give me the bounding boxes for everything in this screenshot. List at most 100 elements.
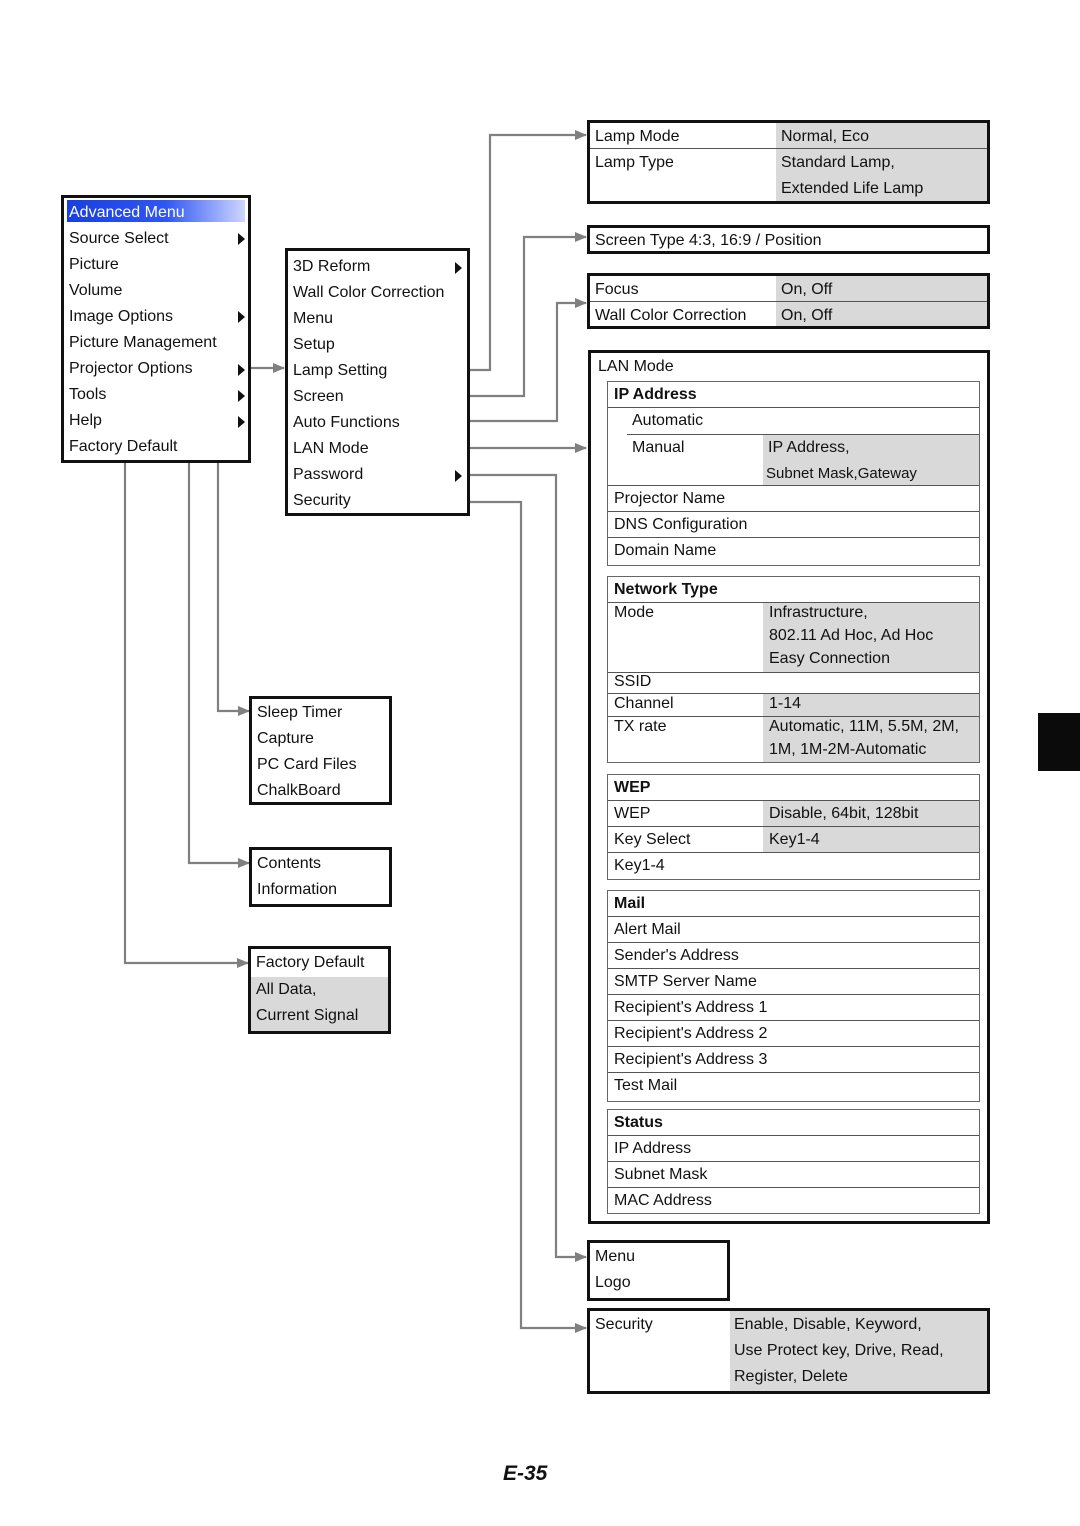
auto-functions-panel: Focus On, Off Wall Color Correction On, …: [587, 273, 990, 329]
mode-value-3: Easy Connection: [769, 650, 890, 667]
security-panel: Security Enable, Disable, Keyword, Use P…: [587, 1308, 990, 1394]
factory-default-value-2: Current Signal: [256, 1007, 359, 1024]
menu-item-projector-options[interactable]: Projector Options: [69, 359, 193, 379]
lan-mode-title: LAN Mode: [598, 358, 674, 375]
menu-item-auto-functions[interactable]: Auto Functions: [293, 413, 400, 433]
tools-pc-card-files: PC Card Files: [257, 756, 357, 773]
row-divider: [590, 148, 987, 149]
smtp-server-name: SMTP Server Name: [614, 973, 757, 990]
menu-item-lan-mode[interactable]: LAN Mode: [293, 439, 369, 459]
security-value-3: Register, Delete: [734, 1368, 848, 1385]
menu-item-tools[interactable]: Tools: [69, 385, 109, 405]
menu-item-picture-management[interactable]: Picture Management: [69, 333, 217, 353]
tools-panel: Sleep Timer Capture PC Card Files ChalkB…: [249, 696, 392, 805]
advanced-menu-title[interactable]: Advanced Menu: [69, 203, 185, 223]
status-ip-address: IP Address: [614, 1140, 692, 1157]
wall-color-label: Wall Color Correction: [595, 307, 747, 324]
row-divider: [590, 301, 987, 302]
row-divider: [608, 852, 979, 853]
focus-value: On, Off: [781, 281, 833, 298]
advanced-menu: Advanced Menu Source Select Picture Volu…: [61, 195, 251, 463]
menu-item-help[interactable]: Help: [69, 411, 104, 431]
menu-item-image-options[interactable]: Image Options: [69, 307, 173, 327]
row-divider: [608, 1072, 979, 1073]
menu-item-picture[interactable]: Picture: [69, 255, 119, 275]
security-value-2: Use Protect key, Drive, Read,: [734, 1342, 944, 1359]
dns-configuration: DNS Configuration: [614, 516, 748, 533]
menu-item-setup[interactable]: Setup: [293, 335, 335, 355]
password-panel: Menu Logo: [587, 1240, 730, 1301]
mail-group: Mail Alert Mail Sender's Address SMTP Se…: [607, 890, 980, 1102]
row-divider: [608, 942, 979, 943]
submenu-arrow-icon: [238, 390, 245, 402]
help-contents: Contents: [257, 855, 322, 872]
key-row: Key1-4: [614, 857, 665, 874]
status-subnet-mask: Subnet Mask: [614, 1166, 708, 1183]
channel-label: Channel: [614, 695, 674, 712]
menu-item-security[interactable]: Security: [293, 491, 351, 511]
wall-color-value: On, Off: [781, 307, 833, 324]
row-divider: [608, 1135, 979, 1136]
section-thumb-tab: [1038, 713, 1080, 771]
row-divider: [608, 916, 979, 917]
row-divider: [608, 511, 979, 512]
row-divider: [608, 1187, 979, 1188]
connector-password: [462, 473, 587, 1262]
menu-item-screen[interactable]: Screen: [293, 387, 344, 407]
lamp-type-value: Standard Lamp,: [781, 154, 895, 171]
help-panel: Contents Information: [249, 847, 392, 907]
connector-help: [113, 419, 250, 868]
status-mac-address: MAC Address: [614, 1192, 712, 1209]
password-logo: Logo: [595, 1274, 631, 1291]
factory-default-label: Factory Default: [256, 954, 365, 971]
row-divider: [608, 1046, 979, 1047]
help-information: Information: [257, 881, 338, 898]
tools-capture: Capture: [257, 730, 314, 747]
recipients-address-2: Recipient's Address 2: [614, 1025, 768, 1042]
submenu-arrow-icon: [238, 233, 245, 245]
projector-options-menu: 3D Reform Wall Color Correction Menu Set…: [285, 248, 470, 516]
row-divider: [608, 1161, 979, 1162]
menu-item-factory-default[interactable]: Factory Default: [69, 437, 177, 457]
screen-panel: Screen Type 4:3, 16:9 / Position: [587, 225, 990, 254]
password-menu: Menu: [595, 1248, 636, 1265]
row-divider: [608, 994, 979, 995]
submenu-arrow-icon: [455, 470, 462, 482]
menu-item-source-select[interactable]: Source Select: [69, 229, 169, 249]
menu-item-wall-color-correction[interactable]: Wall Color Correction: [293, 283, 444, 303]
wep-header: WEP: [614, 779, 651, 796]
mode-label: Mode: [614, 604, 655, 621]
lan-mode-panel: LAN Mode IP Address Automatic Manual IP …: [588, 350, 990, 1224]
tx-rate-value-2: 1M, 1M-2M-Automatic: [769, 741, 927, 758]
tools-chalkboard: ChalkBoard: [257, 782, 341, 799]
connector-security: [364, 500, 587, 1333]
domain-name: Domain Name: [614, 542, 717, 559]
ip-manual: Manual: [632, 439, 685, 456]
row-divider: [608, 1020, 979, 1021]
row-divider: [627, 434, 979, 435]
ssid-label: SSID: [614, 673, 652, 690]
wep-group: WEP WEP Disable, 64bit, 128bit Key Selec…: [607, 774, 980, 880]
ip-address-header: IP Address: [614, 386, 697, 403]
lamp-mode-value: Normal, Eco: [781, 128, 870, 145]
submenu-arrow-icon: [238, 364, 245, 376]
focus-label: Focus: [595, 281, 639, 298]
recipients-address-1: Recipient's Address 1: [614, 999, 768, 1016]
row-divider: [608, 968, 979, 969]
menu-item-password[interactable]: Password: [293, 465, 363, 485]
key-select-value: Key1-4: [769, 831, 820, 848]
tools-sleep-timer: Sleep Timer: [257, 704, 343, 721]
submenu-arrow-icon: [238, 416, 245, 428]
menu-item-3d-reform[interactable]: 3D Reform: [293, 257, 370, 277]
alert-mail: Alert Mail: [614, 921, 681, 938]
menu-item-volume[interactable]: Volume: [69, 281, 122, 301]
menu-item-lamp-setting[interactable]: Lamp Setting: [293, 361, 387, 381]
key-select-label: Key Select: [614, 831, 691, 848]
submenu-arrow-icon: [238, 311, 245, 323]
ip-address-group: IP Address Automatic Manual IP Address, …: [607, 381, 980, 566]
test-mail: Test Mail: [614, 1077, 678, 1094]
row-divider: [608, 407, 979, 408]
menu-item-menu[interactable]: Menu: [293, 309, 333, 329]
mail-header: Mail: [614, 895, 646, 912]
screen-type-text: Screen Type 4:3, 16:9 / Position: [595, 232, 822, 249]
